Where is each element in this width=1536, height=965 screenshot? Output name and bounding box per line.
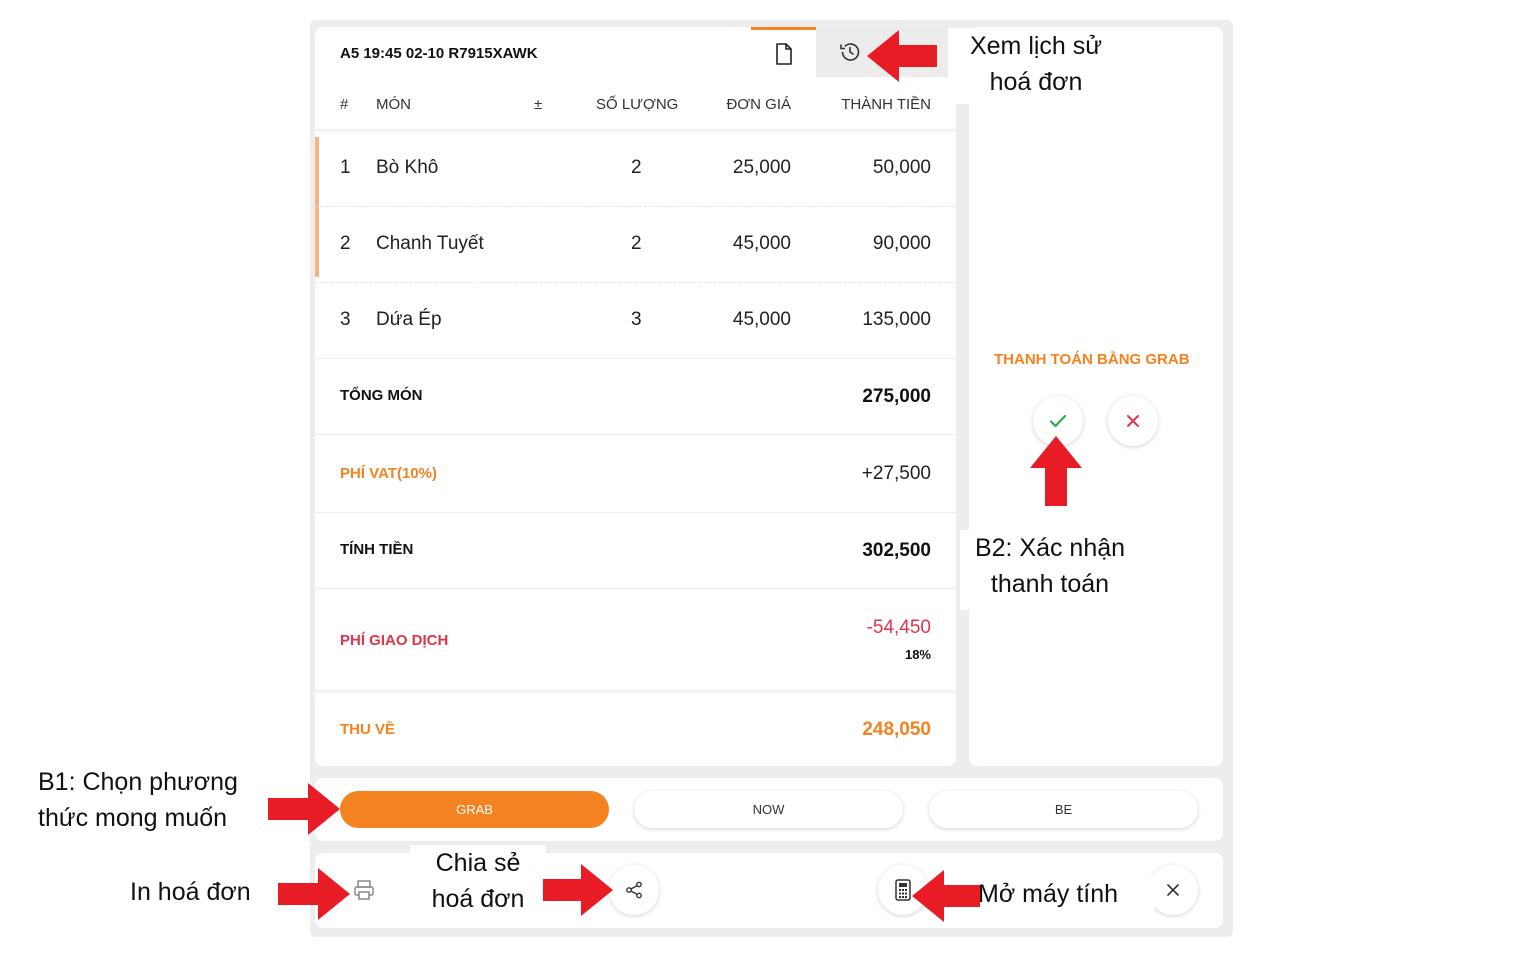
tab-bill[interactable] <box>751 27 816 77</box>
row-qty: 2 <box>631 157 642 178</box>
print-button[interactable] <box>352 878 376 907</box>
fee-row: PHÍ GIAO DỊCH -54,450 18% <box>315 588 956 690</box>
row-qty: 2 <box>631 233 642 254</box>
note-choose: B1: Chọn phương thức mong muốn <box>38 764 268 838</box>
fee-value: -54,450 <box>866 617 931 638</box>
arrow-right-icon <box>543 864 613 916</box>
share-icon <box>626 881 642 899</box>
note-history-line1: Xem lịch sử <box>969 32 1103 60</box>
note-share: Chia sẻ hoá đơn <box>410 845 546 925</box>
close-icon <box>1127 415 1139 427</box>
vat-value: +27,500 <box>861 463 931 484</box>
col-index: # <box>340 96 349 113</box>
note-history-line2: hoá đơn <box>989 68 1083 96</box>
col-adjust: ± <box>534 96 543 113</box>
note-print: In hoá đơn <box>130 874 251 910</box>
row-item: Dứa Ép <box>376 309 442 330</box>
col-item: MÓN <box>376 96 411 113</box>
share-button[interactable] <box>609 865 659 915</box>
vat-row: PHÍ VAT(10%) +27,500 <box>315 434 956 513</box>
note-calc: Mở máy tính <box>978 876 1154 912</box>
cancel-button[interactable] <box>1108 396 1158 446</box>
note-choose-line2: thức mong muốn <box>38 804 228 832</box>
row-item: Bò Khô <box>376 157 439 178</box>
charge-label: TÍNH TIỀN <box>340 541 414 558</box>
subtotal-value: 275,000 <box>862 386 931 407</box>
row-price: 45,000 <box>732 309 791 330</box>
close-button[interactable] <box>1148 865 1198 915</box>
row-total: 135,000 <box>862 309 931 330</box>
row-total: 90,000 <box>872 233 931 254</box>
bill-header: A5 19:45 02-10 R7915XAWK <box>315 27 956 77</box>
arrow-left-icon <box>867 30 937 82</box>
charge-value: 302,500 <box>862 540 931 561</box>
subtotal-label: TỔNG MÓN <box>340 387 423 404</box>
payment-title: THANH TOÁN BẰNG GRAB <box>994 351 1190 368</box>
note-share-line1: Chia sẻ <box>435 849 521 877</box>
table-header: # MÓN ± SỐ LƯỢNG ĐƠN GIÁ THÀNH TIỀN <box>315 77 956 130</box>
method-now[interactable]: NOW <box>634 791 903 828</box>
note-confirm-line1: B2: Xác nhận <box>974 534 1126 562</box>
note-confirm-line2: thanh toán <box>990 570 1110 598</box>
note-history: Xem lịch sử hoá đơn <box>948 28 1124 104</box>
order-code: A5 19:45 02-10 R7915XAWK <box>340 45 538 62</box>
bill-card: A5 19:45 02-10 R7915XAWK # MÓN ± SỐ LƯỢN… <box>315 27 956 766</box>
method-be[interactable]: BE <box>929 791 1198 828</box>
payment-panel <box>969 27 1223 766</box>
fee-label: PHÍ GIAO DỊCH <box>340 632 449 649</box>
close-icon <box>1167 884 1179 896</box>
receive-row: THU VỀ 248,050 <box>315 690 956 766</box>
printer-icon <box>354 880 374 900</box>
vat-label: PHÍ VAT(10%) <box>340 465 437 482</box>
note-share-line2: hoá đơn <box>431 885 525 913</box>
row-index: 2 <box>340 233 351 254</box>
row-price: 25,000 <box>732 157 791 178</box>
table-row[interactable]: 2 Chanh Tuyết 2 45,000 90,000 <box>315 206 956 283</box>
document-icon <box>775 42 792 65</box>
arrow-up-icon <box>1030 436 1082 506</box>
arrow-left-icon <box>912 870 980 922</box>
row-price: 45,000 <box>732 233 791 254</box>
row-index: 1 <box>340 157 351 178</box>
history-icon <box>840 43 860 61</box>
row-index: 3 <box>340 309 351 330</box>
receive-value: 248,050 <box>862 719 931 740</box>
table-row[interactable]: 3 Dứa Ép 3 45,000 135,000 <box>315 282 956 359</box>
table-row[interactable]: 1 Bò Khô 2 25,000 50,000 <box>315 130 956 207</box>
row-qty: 3 <box>631 309 642 330</box>
arrow-right-icon <box>268 783 340 835</box>
calculator-icon <box>895 879 911 901</box>
col-price: ĐƠN GIÁ <box>726 96 791 113</box>
row-total: 50,000 <box>872 157 931 178</box>
subtotal-row: TỔNG MÓN 275,000 <box>315 358 956 435</box>
receive-label: THU VỀ <box>340 721 396 738</box>
arrow-right-icon <box>278 868 350 920</box>
col-qty: SỐ LƯỢNG <box>596 96 679 113</box>
note-choose-line1: B1: Chọn phương <box>38 768 238 796</box>
charge-row: TÍNH TIỀN 302,500 <box>315 512 956 589</box>
col-total: THÀNH TIỀN <box>841 96 931 113</box>
payment-methods: GRAB NOW BE <box>315 778 1223 841</box>
note-confirm: B2: Xác nhận thanh toán <box>960 530 1140 610</box>
fee-percent: 18% <box>904 647 931 662</box>
method-grab[interactable]: GRAB <box>340 791 609 828</box>
check-icon <box>1049 414 1067 428</box>
row-item: Chanh Tuyết <box>376 233 484 254</box>
